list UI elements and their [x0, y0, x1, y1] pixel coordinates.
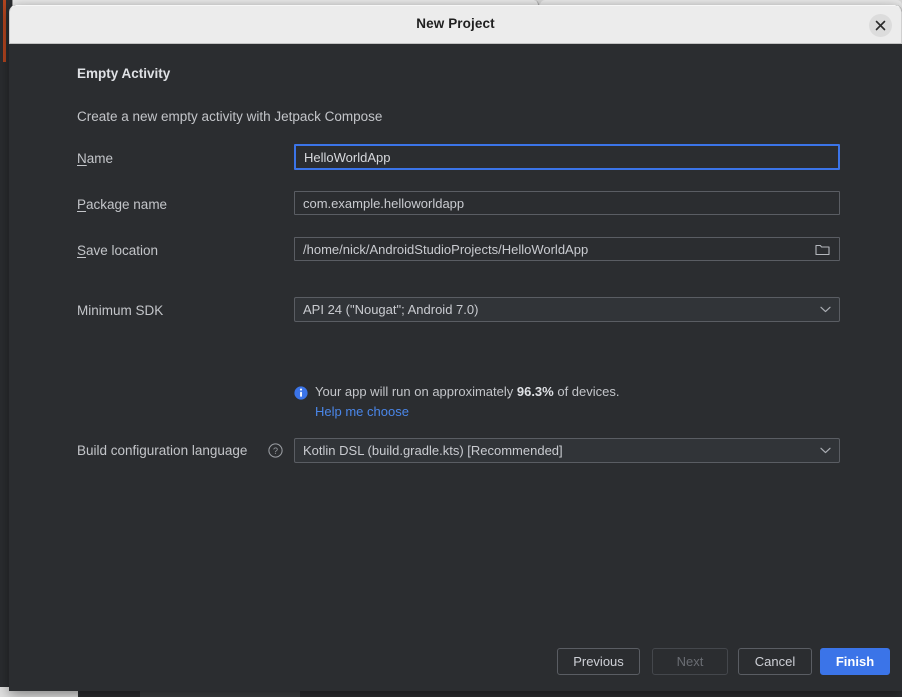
new-project-dialog: New Project Empty Activity Create a new …: [9, 5, 902, 691]
package-name-input[interactable]: [294, 191, 840, 215]
device-coverage-info: Your app will run on approximately 96.3%…: [294, 384, 620, 400]
name-label-mnemonic: N: [77, 151, 87, 166]
browse-folder-button[interactable]: [809, 238, 835, 260]
build-configuration-help-button[interactable]: ?: [268, 443, 283, 458]
background-accent-strip: [3, 0, 6, 62]
device-coverage-text-before: Your app will run on approximately: [315, 384, 517, 399]
dialog-footer: Previous Next Cancel Finish: [9, 634, 902, 690]
package-name-label-mnemonic: P: [77, 197, 87, 212]
save-location-label-mnemonic: S: [77, 243, 87, 258]
minimum-sdk-selected-value: API 24 ("Nougat"; Android 7.0): [303, 302, 479, 317]
build-configuration-language-label: Build configuration language: [77, 443, 248, 458]
question-mark-icon: ?: [268, 443, 283, 458]
svg-text:?: ?: [273, 446, 278, 456]
build-configuration-language-selected-value: Kotlin DSL (build.gradle.kts) [Recommend…: [303, 443, 563, 458]
next-button: Next: [652, 648, 728, 675]
template-heading: Empty Activity: [77, 66, 171, 81]
minimum-sdk-dropdown[interactable]: API 24 ("Nougat"; Android 7.0): [294, 297, 840, 322]
close-button[interactable]: [869, 14, 892, 37]
dialog-body: Empty Activity Create a new empty activi…: [9, 44, 902, 690]
save-location-label-text: ave location: [86, 243, 159, 258]
dialog-title: New Project: [416, 16, 495, 31]
name-input[interactable]: [294, 144, 840, 170]
minimum-sdk-label: Minimum SDK: [77, 303, 164, 318]
save-location-input[interactable]: [294, 237, 840, 261]
info-icon: [294, 386, 308, 400]
cancel-button[interactable]: Cancel: [738, 648, 812, 675]
chevron-down-icon: [820, 306, 831, 313]
name-label-text: ame: [86, 151, 114, 166]
close-icon: [875, 20, 886, 31]
device-coverage-text: Your app will run on approximately 96.3%…: [315, 384, 620, 399]
finish-button[interactable]: Finish: [820, 648, 890, 675]
device-coverage-percentage: 96.3%: [516, 384, 554, 399]
package-name-label-text: ackage name: [86, 197, 168, 212]
previous-button[interactable]: Previous: [557, 648, 640, 675]
build-configuration-language-dropdown[interactable]: Kotlin DSL (build.gradle.kts) [Recommend…: [294, 438, 840, 463]
chevron-down-icon: [820, 447, 831, 454]
package-name-label: Package name: [77, 197, 167, 212]
help-me-choose-link[interactable]: Help me choose: [315, 404, 409, 419]
folder-icon: [814, 244, 830, 255]
dialog-titlebar: New Project: [9, 5, 902, 44]
save-location-label: Save location: [77, 243, 158, 258]
device-coverage-text-after: of devices.: [553, 384, 620, 399]
name-label: Name: [77, 151, 113, 166]
template-description: Create a new empty activity with Jetpack…: [77, 109, 383, 124]
